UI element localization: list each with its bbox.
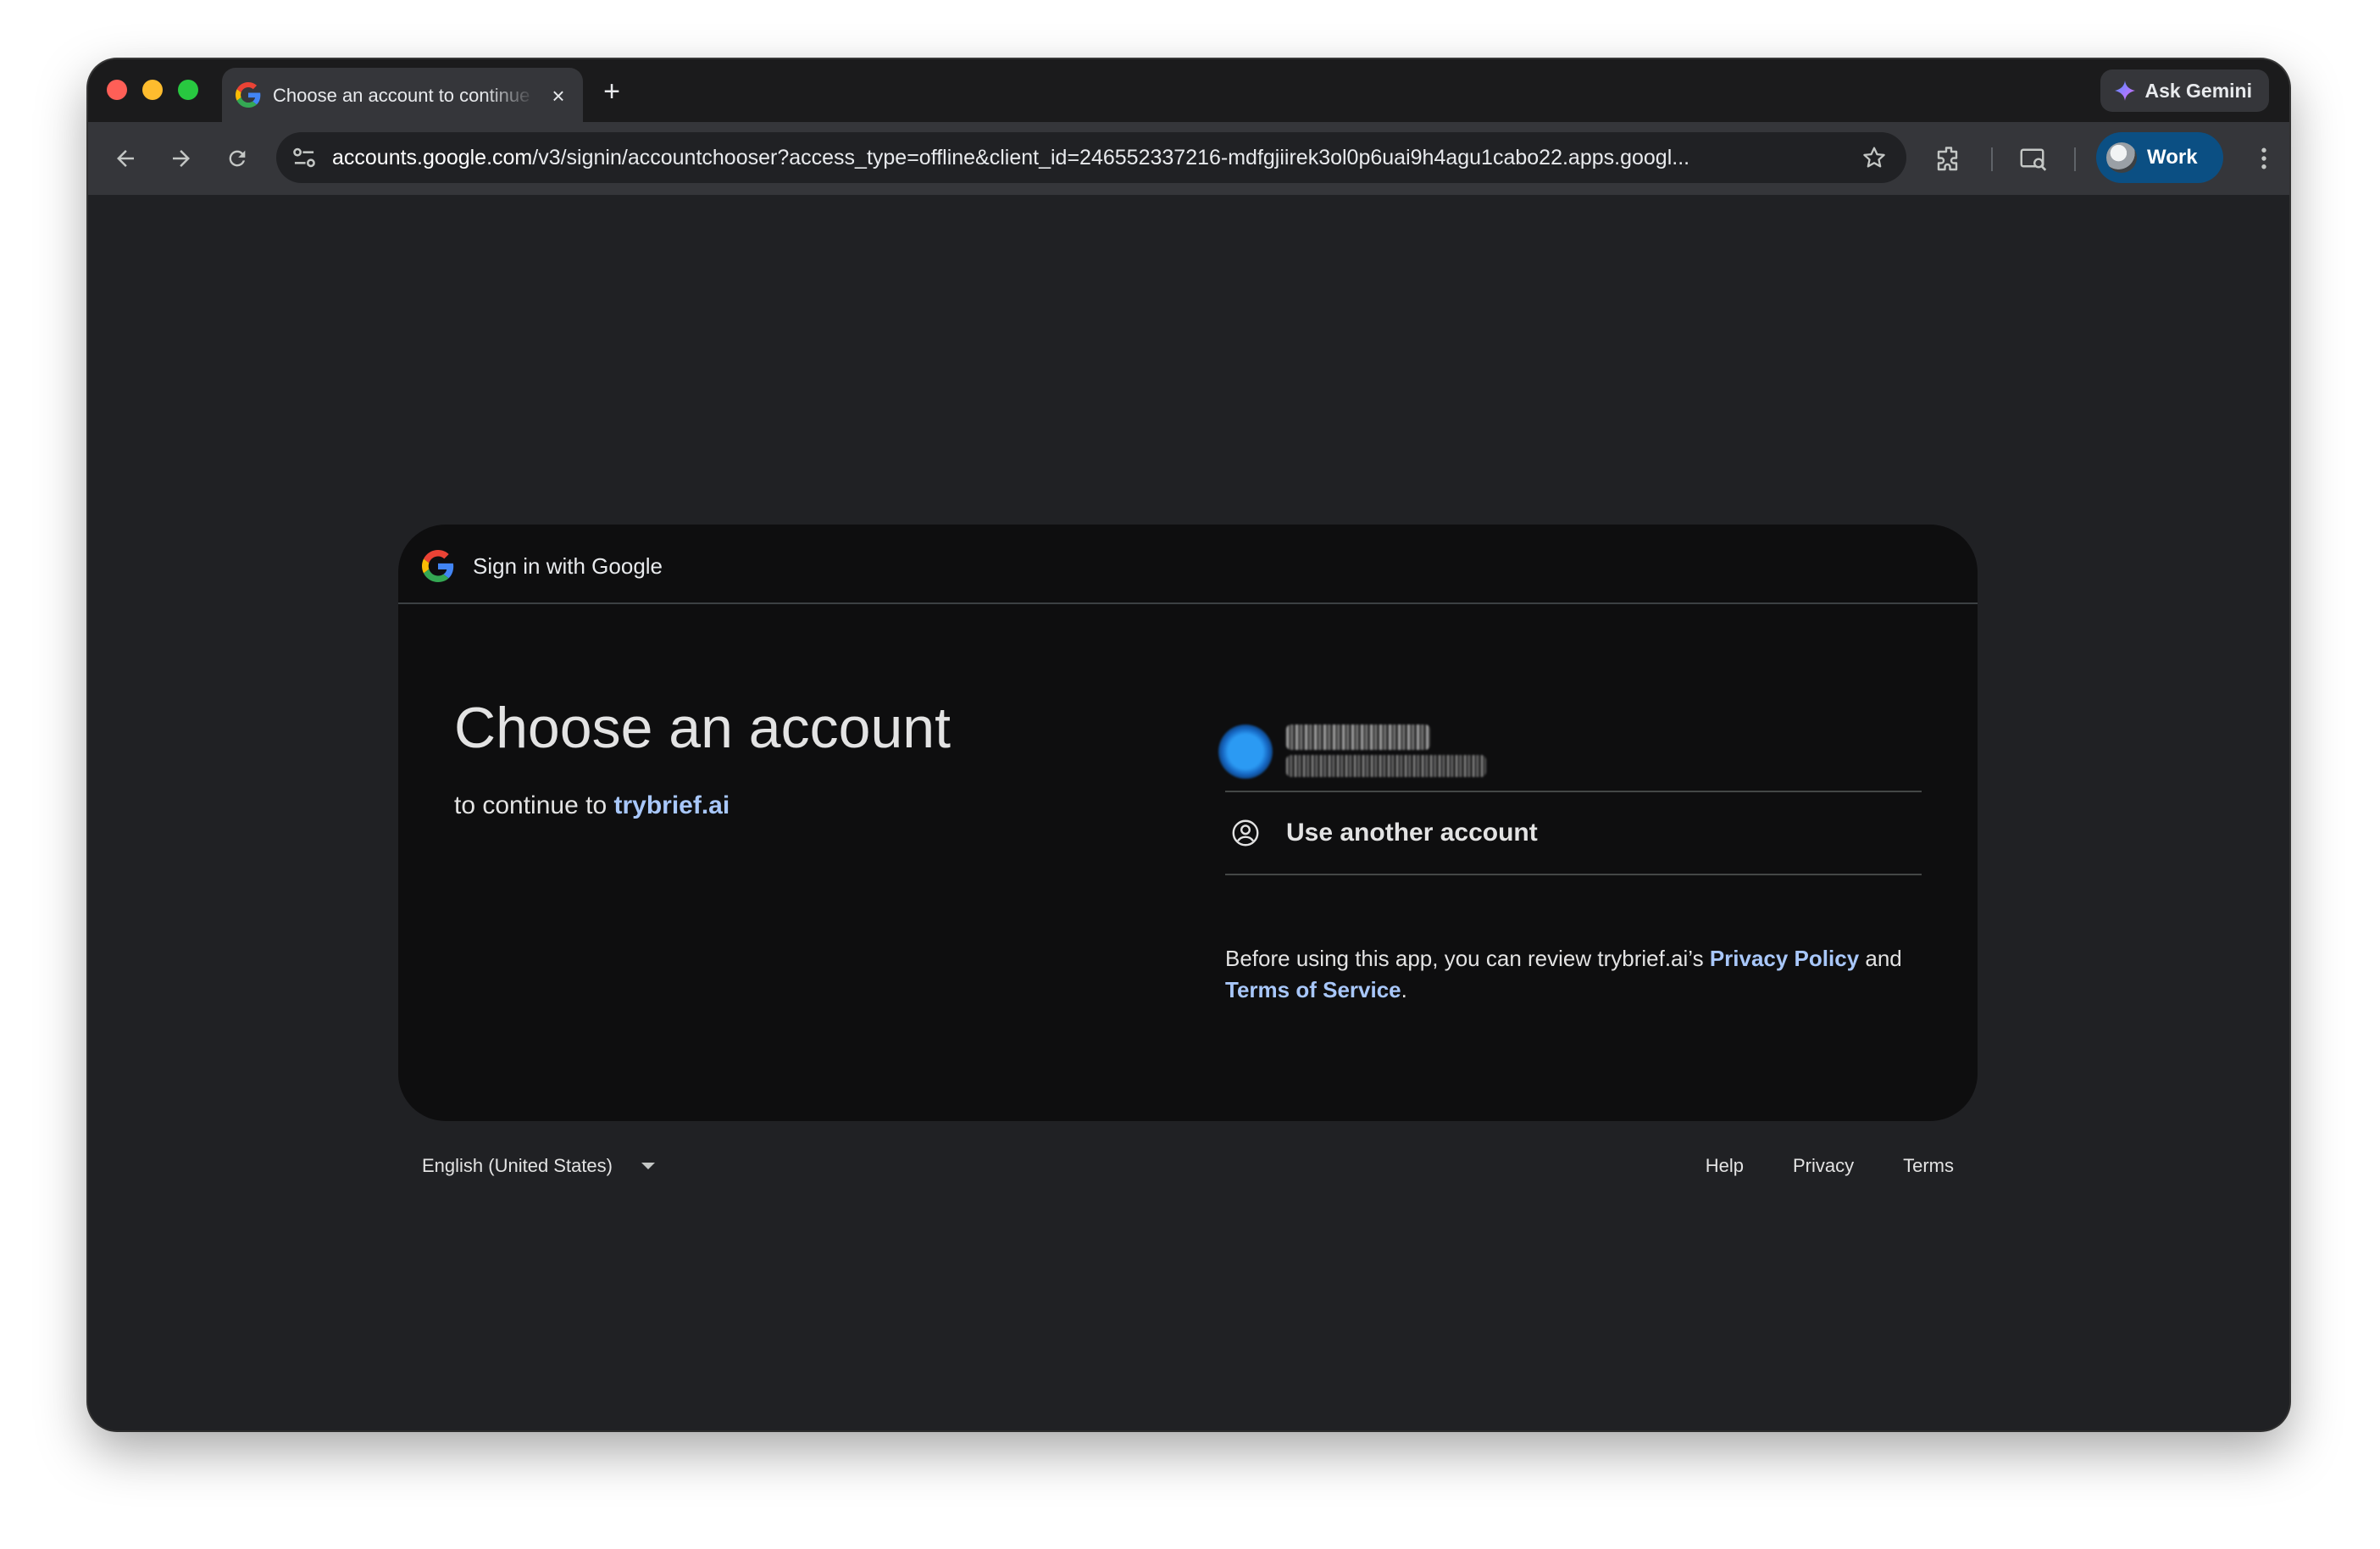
toolbar-divider (1991, 147, 1993, 171)
tab-title: Choose an account to continue (273, 85, 530, 106)
minimize-window-button[interactable] (142, 80, 163, 100)
sign-in-card: Sign in with Google Choose an account to… (398, 525, 1978, 1121)
card-header-title: Sign in with Google (473, 553, 663, 579)
back-arrow-icon[interactable] (107, 140, 144, 177)
extensions-icon[interactable] (1933, 144, 1964, 175)
page-content: Sign in with Google Choose an account to… (88, 195, 2289, 1430)
use-another-account-button[interactable]: Use another account (1225, 792, 1922, 875)
subhead-prefix: to continue to (454, 791, 614, 819)
tab-close-icon[interactable]: × (546, 83, 571, 108)
url-text[interactable]: accounts.google.com/v3/signin/accountcho… (332, 132, 1840, 183)
forward-arrow-icon[interactable] (163, 140, 200, 177)
toolbar-divider (2074, 147, 2076, 171)
legal-prefix: Before using this app, you can review tr… (1225, 946, 1710, 971)
site-info-icon[interactable] (288, 142, 320, 174)
profile-chip[interactable]: Work (2096, 132, 2223, 183)
google-g-icon (236, 82, 261, 108)
ask-gemini-button[interactable]: Ask Gemini (2100, 69, 2269, 112)
account-circle-icon (1232, 819, 1259, 847)
menu-dots-icon[interactable] (2249, 143, 2279, 174)
terms-of-service-link[interactable]: Terms of Service (1225, 977, 1401, 1002)
legal-middle: and (1859, 946, 1902, 971)
card-header: Sign in with Google (398, 525, 1978, 604)
chevron-down-icon (641, 1163, 655, 1169)
legal-suffix: . (1401, 977, 1407, 1002)
page-title: Choose an account (454, 696, 951, 760)
google-g-icon (422, 550, 454, 582)
footer-terms-link[interactable]: Terms (1903, 1151, 1954, 1181)
privacy-policy-link[interactable]: Privacy Policy (1710, 946, 1859, 971)
tab-active[interactable]: Choose an account to continue × (222, 68, 583, 122)
cast-icon[interactable] (2018, 144, 2049, 175)
account-item[interactable] (1218, 713, 1922, 792)
profile-avatar (2106, 142, 2137, 173)
reload-icon[interactable] (219, 140, 256, 177)
close-window-button[interactable] (107, 80, 127, 100)
profile-label: Work (2147, 146, 2198, 169)
account-name-redacted (1286, 725, 1430, 750)
browser-toolbar: accounts.google.com/v3/signin/accountcho… (88, 122, 2289, 195)
subhead: to continue to trybrief.ai (454, 789, 730, 823)
maximize-window-button[interactable] (178, 80, 198, 100)
legal-notice: Before using this app, you can review tr… (1225, 943, 1928, 1006)
ask-gemini-label: Ask Gemini (2144, 79, 2252, 102)
use-another-account-label: Use another account (1286, 819, 1538, 847)
url-host: accounts.google.com (332, 146, 533, 169)
tab-strip: Choose an account to continue × + Ask Ge… (88, 59, 2289, 122)
account-avatar (1218, 725, 1273, 779)
language-selector[interactable]: English (United States) (422, 1151, 655, 1181)
app-name-link[interactable]: trybrief.ai (613, 791, 730, 819)
account-email-redacted (1286, 755, 1486, 777)
footer-links: Help Privacy Terms (1706, 1151, 1954, 1181)
footer-privacy-link[interactable]: Privacy (1793, 1151, 1854, 1181)
footer-help-link[interactable]: Help (1706, 1151, 1744, 1181)
new-tab-button[interactable]: + (595, 75, 629, 108)
gemini-sparkle-icon (2115, 81, 2136, 101)
url-path: /v3/signin/accountchooser?access_type=of… (532, 146, 1690, 169)
browser-window: Choose an account to continue × + Ask Ge… (88, 59, 2289, 1430)
address-bar[interactable]: accounts.google.com/v3/signin/accountcho… (276, 132, 1906, 183)
language-label: English (United States) (422, 1155, 613, 1176)
star-icon[interactable] (1861, 144, 1888, 171)
